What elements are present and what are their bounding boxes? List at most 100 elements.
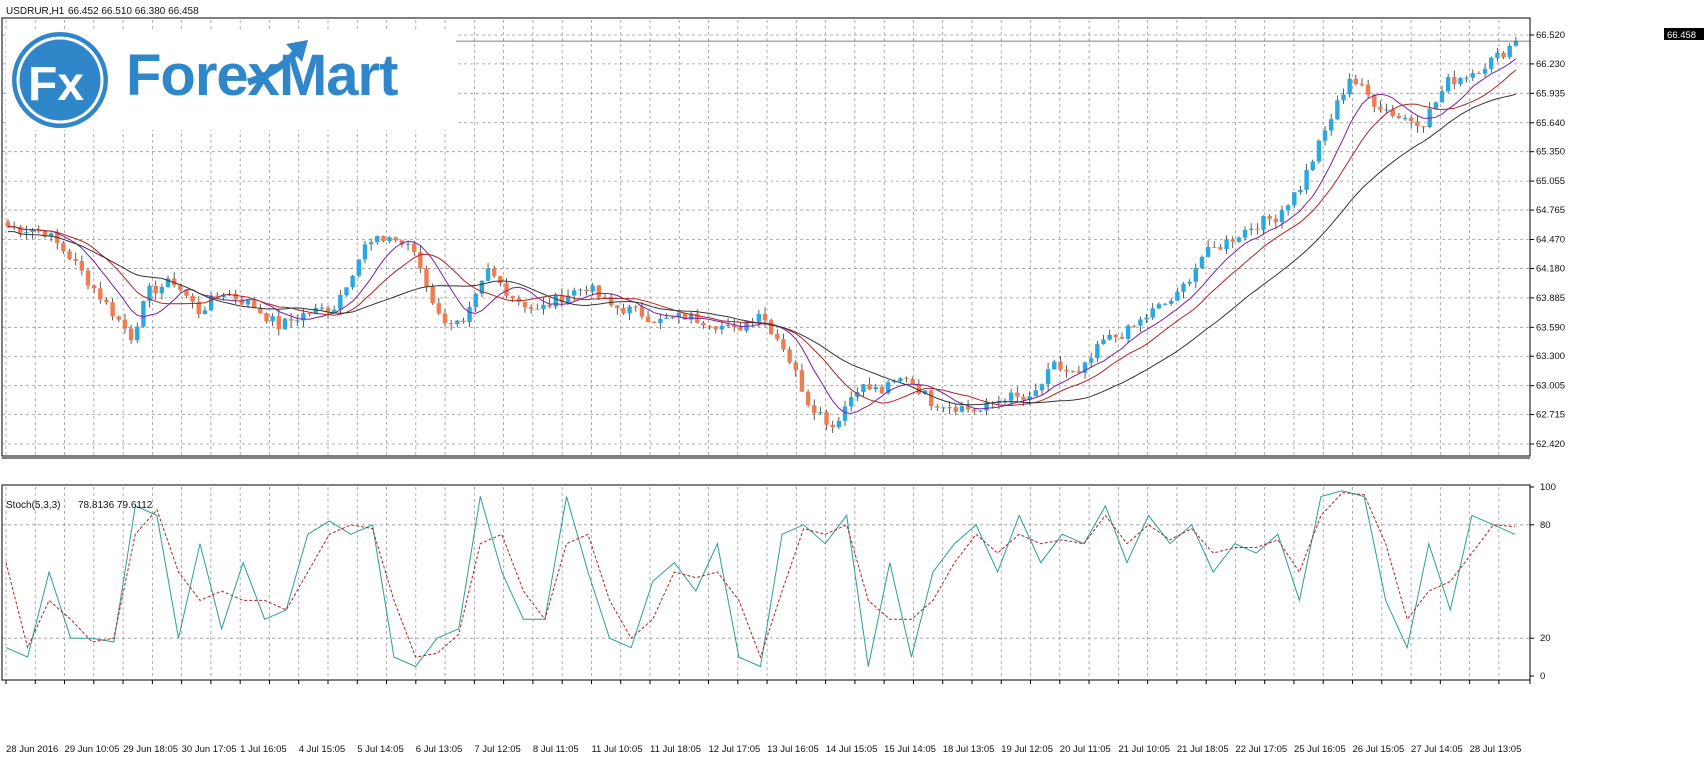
candle-down [1415, 121, 1420, 127]
candle-up [572, 290, 577, 296]
logo-mark-text: Fx [28, 58, 84, 111]
candle-up [898, 378, 903, 382]
stoch-tick-label: 20 [1540, 633, 1551, 644]
candle-up [1187, 281, 1192, 284]
candle-up [1433, 102, 1439, 109]
y-tick-label: 64.180 [1536, 263, 1565, 274]
candle-up [350, 275, 355, 288]
candle-up [473, 293, 478, 307]
y-tick-label: 62.715 [1536, 410, 1565, 421]
candle-down [879, 387, 885, 394]
candle-down [1058, 361, 1063, 370]
candle-down [36, 230, 41, 232]
candle-down [498, 275, 503, 284]
candle-up [1292, 192, 1297, 206]
candle-up [1402, 117, 1408, 119]
candle-down [288, 318, 294, 321]
candle-up [387, 237, 392, 242]
candle-down [645, 316, 651, 323]
x-tick-label: 5 Jul 14:05 [357, 744, 403, 755]
x-tick-label: 11 Jul 10:05 [591, 744, 642, 755]
x-tick-label: 28 Jul 13:05 [1470, 744, 1522, 755]
candle-up [1045, 369, 1051, 385]
candle-down [1064, 369, 1069, 372]
candle-up [590, 285, 595, 292]
stoch-values: 78.8136 79.6112 [78, 500, 153, 511]
candle-up [270, 316, 275, 322]
candle-up [467, 306, 472, 323]
candle-up [375, 236, 380, 243]
candle-up [1304, 170, 1309, 190]
candle-down [793, 362, 798, 371]
candle-up [1347, 78, 1352, 95]
candle-down [1353, 78, 1359, 85]
y-tick-label: 65.350 [1536, 147, 1565, 158]
x-tick-label: 8 Jul 11:05 [533, 744, 579, 755]
candle-up [1175, 291, 1180, 301]
candle-down [972, 409, 977, 412]
candle-down [1378, 106, 1383, 110]
x-tick-label: 15 Jul 14:05 [884, 744, 936, 755]
y-tick-label: 63.005 [1536, 381, 1565, 392]
x-tick-label: 29 Jun 10:05 [65, 744, 120, 755]
y-tick-label: 66.520 [1536, 30, 1565, 41]
candle-up [941, 407, 946, 409]
candle-up [1464, 77, 1469, 79]
candle-down [615, 305, 620, 308]
candle-up [836, 420, 842, 428]
candle-down [1365, 84, 1371, 95]
y-tick-label: 65.055 [1536, 176, 1565, 187]
candle-down [424, 268, 429, 287]
stoch-main-line [5, 490, 1516, 668]
logo-arrow-icon [246, 40, 308, 86]
candle-up [627, 306, 632, 314]
candle-down [251, 300, 257, 309]
x-tick-label: 28 Jun 2016 [6, 744, 58, 755]
candle-up [1138, 319, 1143, 326]
candle-down [1452, 77, 1457, 85]
y-tick-label: 63.885 [1536, 293, 1565, 304]
candle-down [85, 270, 91, 286]
candle-down [547, 304, 552, 307]
y-tick-label: 62.420 [1536, 439, 1565, 450]
candle-up [1513, 41, 1519, 46]
candle-up [1181, 283, 1186, 292]
candle-down [824, 412, 829, 425]
x-tick-label: 1 Jul 16:05 [240, 744, 286, 755]
candle-up [1199, 256, 1205, 269]
candle-up [1125, 325, 1131, 339]
candle-down [1267, 216, 1272, 219]
candle-up [756, 313, 762, 322]
candle-up [725, 324, 731, 326]
candle-down [738, 327, 743, 331]
candle-up [818, 412, 823, 414]
candle-up [344, 287, 349, 295]
candle-up [664, 317, 669, 319]
candle-down [1132, 325, 1137, 327]
candle-down [639, 306, 645, 317]
candle-down [522, 301, 528, 308]
candle-up [1341, 94, 1346, 101]
candle-down [153, 285, 158, 294]
candle-down [122, 319, 128, 329]
candle-down [602, 296, 608, 298]
stoch-signal-line [5, 492, 1516, 659]
candle-down [116, 316, 121, 320]
candle-down [393, 237, 398, 241]
candle-down [1476, 73, 1482, 75]
candle-down [768, 320, 774, 335]
header-ohlc: 66.452 66.510 66.380 66.458 [68, 6, 199, 17]
candle-down [633, 306, 638, 308]
candle-up [30, 230, 35, 233]
candle-down [910, 378, 915, 385]
candle-down [596, 285, 602, 297]
candle-down [1409, 117, 1414, 122]
candle-down [953, 407, 958, 412]
candle-down [1396, 116, 1402, 118]
header-symbol: USDRUR,H1 [6, 6, 65, 17]
candle-up [670, 316, 675, 318]
candle-up [1482, 68, 1488, 74]
candle-up [873, 387, 878, 390]
candle-down [1021, 396, 1026, 400]
candle-up [485, 268, 491, 281]
